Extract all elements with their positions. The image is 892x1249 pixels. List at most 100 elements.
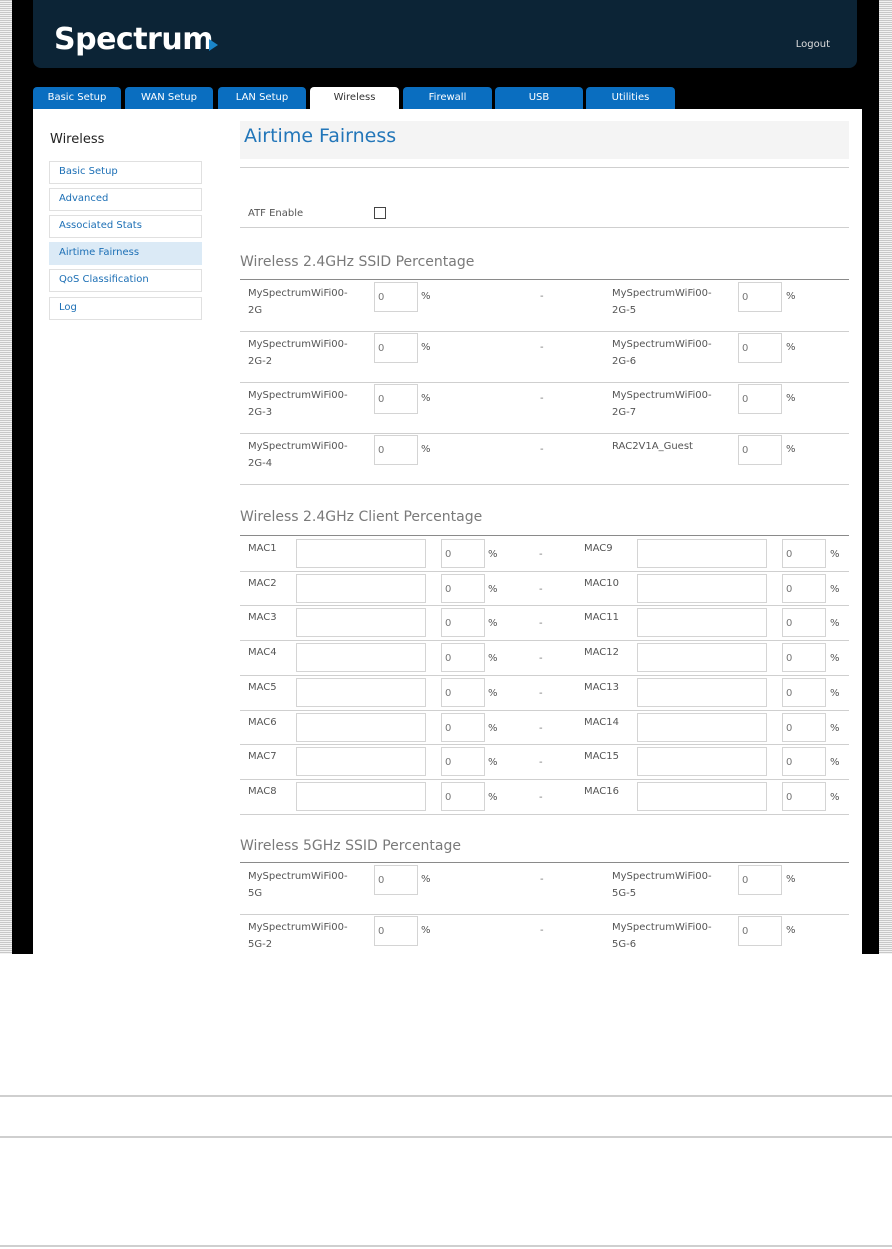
mac-label: MAC9 xyxy=(584,543,613,554)
mac-label: MAC15 xyxy=(584,751,619,762)
client-percentage-input[interactable] xyxy=(441,608,485,637)
mac-address-input[interactable] xyxy=(296,539,426,568)
mac-label: MAC1 xyxy=(248,543,277,554)
ssid-percentage-input[interactable] xyxy=(738,916,782,946)
mac-address-input[interactable] xyxy=(637,713,767,742)
sidebar-item-airtime-fairness[interactable]: Airtime Fairness xyxy=(49,242,202,265)
ssid-percentage-input[interactable] xyxy=(374,435,418,465)
mac-address-input[interactable] xyxy=(637,539,767,568)
ssid-percentage-input[interactable] xyxy=(374,384,418,414)
tab-utilities[interactable]: Utilities xyxy=(586,87,675,109)
ssid-name-label: MySpectrumWiFi00- xyxy=(612,288,712,299)
mac-address-input[interactable] xyxy=(637,608,767,637)
ssid-percentage-input[interactable] xyxy=(738,282,782,312)
mac-address-input[interactable] xyxy=(296,574,426,603)
ssid-name-label: MySpectrumWiFi00- xyxy=(248,288,348,299)
mac-address-input[interactable] xyxy=(296,678,426,707)
mac-label: MAC11 xyxy=(584,612,619,623)
mac-address-input[interactable] xyxy=(296,782,426,811)
client-percentage-input[interactable] xyxy=(441,539,485,568)
tab-basic-setup[interactable]: Basic Setup xyxy=(33,87,121,109)
logo-arrow-icon xyxy=(209,39,218,51)
tab-wireless[interactable]: Wireless xyxy=(310,87,399,110)
client-percentage-input[interactable] xyxy=(782,713,826,742)
ssid-percentage-input[interactable] xyxy=(374,865,418,895)
mac-address-input[interactable] xyxy=(637,747,767,776)
divider xyxy=(240,535,849,536)
ssid-name-label: MySpectrumWiFi00- xyxy=(612,922,712,933)
section-title-ssid24: Wireless 2.4GHz SSID Percentage xyxy=(240,254,475,270)
row-divider xyxy=(240,640,849,641)
ssid-percentage-input[interactable] xyxy=(738,435,782,465)
percent-sign: % xyxy=(830,618,840,629)
tab-firewall[interactable]: Firewall xyxy=(403,87,492,109)
separator-dash: - xyxy=(540,444,544,455)
percent-sign: % xyxy=(488,757,498,768)
ssid-name-label: 2G-2 xyxy=(248,356,273,367)
row-divider xyxy=(240,484,849,485)
client-percentage-input[interactable] xyxy=(782,539,826,568)
sidebar-item-associated-stats[interactable]: Associated Stats xyxy=(49,215,202,238)
row-divider xyxy=(240,433,849,434)
client-percentage-input[interactable] xyxy=(782,678,826,707)
logout-link[interactable]: Logout xyxy=(796,39,830,50)
tab-lan-setup[interactable]: LAN Setup xyxy=(218,87,306,109)
client-percentage-input[interactable] xyxy=(441,782,485,811)
mac-address-input[interactable] xyxy=(296,643,426,672)
percent-sign: % xyxy=(421,874,431,885)
ssid-percentage-input[interactable] xyxy=(738,384,782,414)
ssid-name-label: MySpectrumWiFi00- xyxy=(612,390,712,401)
client-percentage-input[interactable] xyxy=(782,782,826,811)
sidebar-item-qos-classification[interactable]: QoS Classification xyxy=(49,269,202,292)
row-divider xyxy=(240,675,849,676)
ssid-percentage-input[interactable] xyxy=(374,916,418,946)
mac-address-input[interactable] xyxy=(637,678,767,707)
ssid-name-label: 5G-2 xyxy=(248,939,273,950)
mac-label: MAC2 xyxy=(248,578,277,589)
atf-enable-checkbox[interactable] xyxy=(374,207,386,219)
ssid-name-label: 2G-7 xyxy=(612,407,637,418)
separator-dash: - xyxy=(539,618,543,629)
client-percentage-input[interactable] xyxy=(441,643,485,672)
separator-dash: - xyxy=(540,393,544,404)
sidebar-item-log[interactable]: Log xyxy=(49,297,202,320)
ssid-name-label: MySpectrumWiFi00- xyxy=(248,390,348,401)
separator-dash: - xyxy=(540,925,544,936)
row-divider xyxy=(240,779,849,780)
tab-wan-setup[interactable]: WAN Setup xyxy=(125,87,213,109)
client-percentage-input[interactable] xyxy=(441,747,485,776)
client-percentage-input[interactable] xyxy=(441,678,485,707)
mac-address-input[interactable] xyxy=(637,574,767,603)
client-percentage-input[interactable] xyxy=(441,574,485,603)
mac-address-input[interactable] xyxy=(296,608,426,637)
ssid-name-label: RAC2V1A_Guest xyxy=(612,441,693,452)
divider xyxy=(240,227,849,228)
sidebar-item-basic-setup[interactable]: Basic Setup xyxy=(49,161,202,184)
client-percentage-input[interactable] xyxy=(782,608,826,637)
client-percentage-input[interactable] xyxy=(441,713,485,742)
ssid-name-label: 2G-5 xyxy=(612,305,637,316)
client-percentage-input[interactable] xyxy=(782,643,826,672)
client-percentage-input[interactable] xyxy=(782,747,826,776)
divider xyxy=(240,279,849,280)
mac-address-input[interactable] xyxy=(637,643,767,672)
ssid-percentage-input[interactable] xyxy=(738,865,782,895)
separator-dash: - xyxy=(539,792,543,803)
sidebar-item-advanced[interactable]: Advanced xyxy=(49,188,202,211)
percent-sign: % xyxy=(830,757,840,768)
tab-usb[interactable]: USB xyxy=(495,87,583,109)
percent-sign: % xyxy=(830,792,840,803)
mac-address-input[interactable] xyxy=(296,713,426,742)
ssid-percentage-input[interactable] xyxy=(374,333,418,363)
browser-frame: Spectrum Logout Basic Setup WAN Setup LA… xyxy=(12,0,879,954)
client-percentage-input[interactable] xyxy=(782,574,826,603)
left-edge-decoration xyxy=(0,0,12,954)
ssid-percentage-input[interactable] xyxy=(738,333,782,363)
mac-address-input[interactable] xyxy=(296,747,426,776)
section-title-ssid5: Wireless 5GHz SSID Percentage xyxy=(240,838,461,854)
page-separator xyxy=(0,1136,892,1138)
ssid-percentage-input[interactable] xyxy=(374,282,418,312)
percent-sign: % xyxy=(421,925,431,936)
mac-address-input[interactable] xyxy=(637,782,767,811)
separator-dash: - xyxy=(540,342,544,353)
